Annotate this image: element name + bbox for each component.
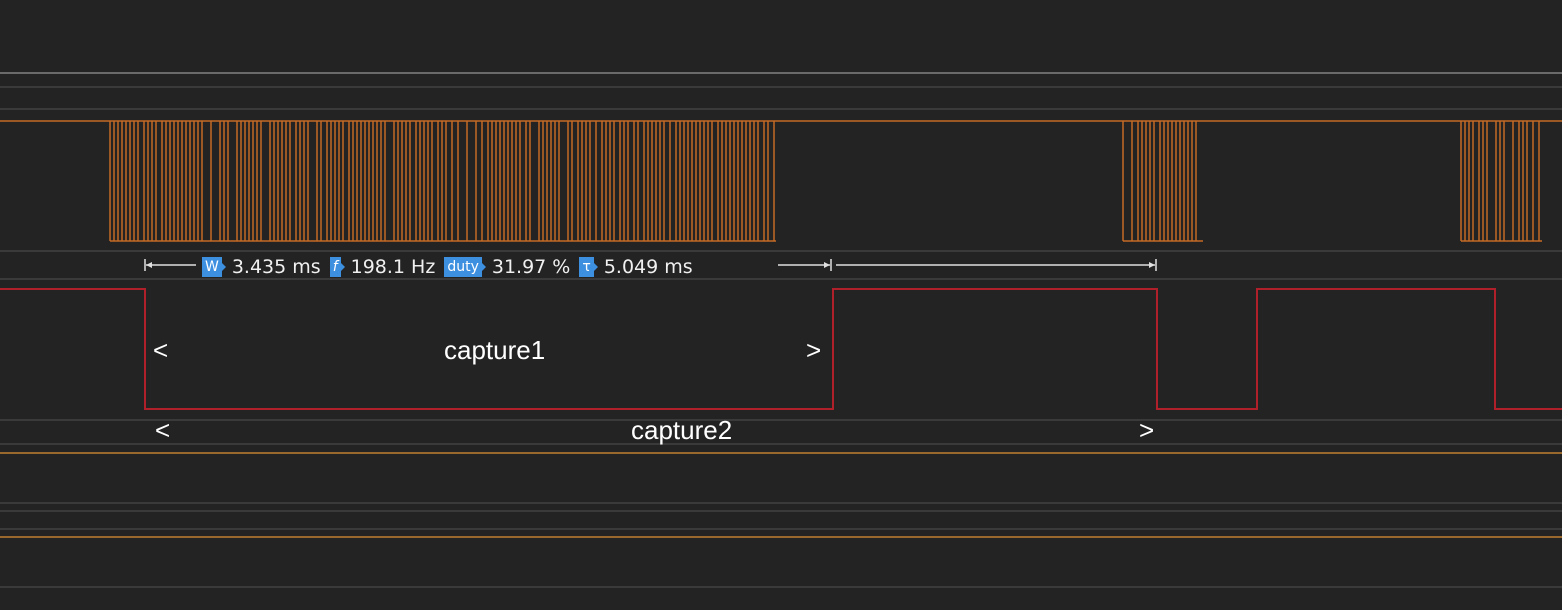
waveform-canvas xyxy=(0,72,1562,588)
width-badge: W xyxy=(202,257,226,277)
capture1-close-bracket[interactable]: > xyxy=(806,337,821,363)
logic-analyzer-view: W 3.435 ms f 198.1 Hz duty 31.97 % τ 5.0… xyxy=(0,0,1562,610)
period-badge: τ xyxy=(579,257,599,277)
period-value: 5.049 ms xyxy=(603,256,693,278)
duty-value: 31.97 % xyxy=(491,256,571,278)
channel-1-trace[interactable] xyxy=(0,120,1562,242)
channel-2-trace[interactable] xyxy=(0,288,1562,410)
width-value: 3.435 ms xyxy=(231,256,321,278)
capture2-close-bracket[interactable]: > xyxy=(1139,417,1154,443)
capture1-label[interactable]: capture1 xyxy=(444,337,545,363)
capture1-open-bracket[interactable]: < xyxy=(153,337,168,363)
measurement-readout: W 3.435 ms f 198.1 Hz duty 31.97 % τ 5.0… xyxy=(202,256,702,278)
frequency-badge: f xyxy=(329,257,345,277)
capture2-label[interactable]: capture2 xyxy=(631,417,732,443)
duty-badge: duty xyxy=(444,257,486,277)
channel-1-pulses xyxy=(109,121,1540,241)
frequency-value: 198.1 Hz xyxy=(350,256,436,278)
channel-separators xyxy=(0,72,1562,588)
capture2-open-bracket[interactable]: < xyxy=(155,417,170,443)
